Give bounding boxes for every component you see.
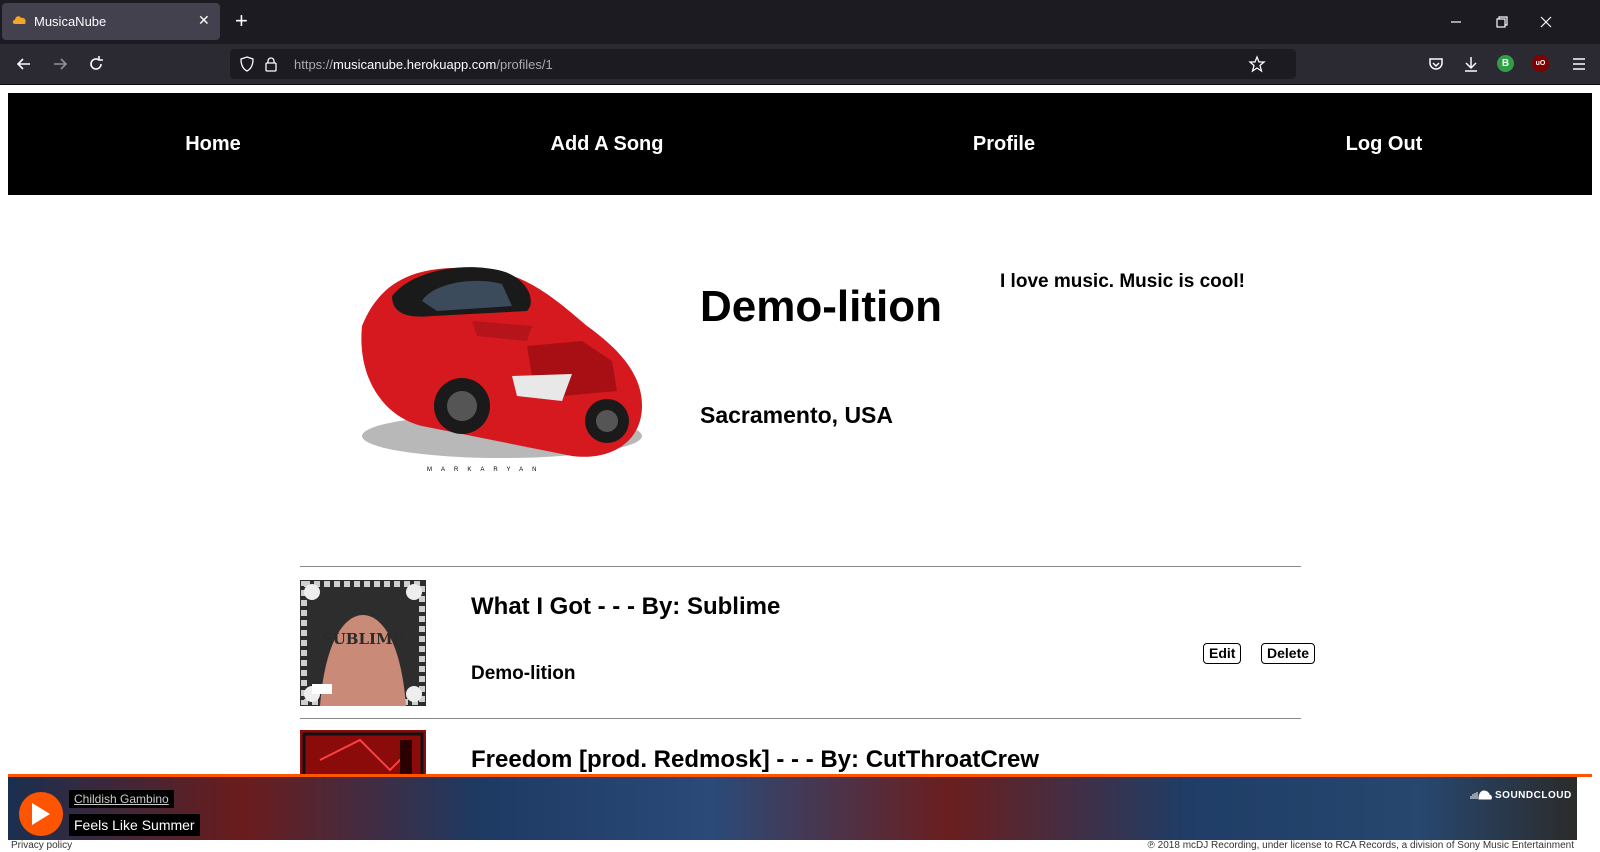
play-icon — [32, 803, 50, 825]
album-cover: SUBLIME — [300, 580, 426, 706]
play-button[interactable] — [19, 792, 63, 836]
ublock-icon[interactable]: uO — [1532, 55, 1549, 72]
soundcloud-logo[interactable]: SOUNDCLOUD — [1470, 790, 1572, 801]
song-title: Freedom [prod. Redmosk] - - - By: CutThr… — [471, 746, 1040, 773]
album-cover — [300, 730, 426, 774]
nav-logout-link[interactable]: Log Out — [1346, 133, 1423, 156]
nav-home-link[interactable]: Home — [185, 133, 241, 156]
tab-title: MusicaNube — [34, 14, 107, 29]
player-artwork-background — [8, 777, 1577, 840]
svg-text:SUBLIME: SUBLIME — [322, 630, 404, 648]
back-icon[interactable] — [14, 54, 34, 74]
song-item: SUBLIME What I Got - - - By: Sublime Dem… — [300, 566, 1316, 706]
cloud-icon — [12, 16, 26, 24]
restore-icon[interactable] — [1489, 10, 1513, 34]
forward-icon[interactable] — [50, 54, 70, 74]
player-footer: Privacy policy ℗ 2018 mcDJ Recording, un… — [8, 840, 1592, 852]
copyright-text: ℗ 2018 mcDJ Recording, under license to … — [1147, 840, 1574, 851]
profile-bio: I love music. Music is cool! — [1000, 271, 1245, 292]
pocket-icon[interactable] — [1426, 54, 1446, 74]
soundcloud-player: Childish Gambino Feels Like Summer SOUND… — [8, 774, 1592, 840]
song-item: Freedom [prod. Redmosk] - - - By: CutThr… — [300, 718, 1301, 774]
player-artist-link[interactable]: Childish Gambino — [69, 790, 174, 808]
shield-icon[interactable] — [239, 56, 255, 72]
lock-icon[interactable] — [263, 56, 279, 72]
svg-text:MARKARYAN: MARKARYAN — [427, 467, 545, 473]
profile-location: Sacramento, USA — [700, 402, 894, 428]
url-text: https://musicanube.herokuapp.com/profile… — [294, 57, 553, 72]
download-icon[interactable] — [1461, 54, 1481, 74]
song-user: Demo-lition — [471, 663, 576, 684]
soundcloud-icon — [1470, 790, 1492, 800]
profile-name: Demo-lition — [700, 282, 942, 331]
bookmark-star-icon[interactable] — [1248, 55, 1266, 73]
player-track-title[interactable]: Feels Like Summer — [69, 814, 200, 836]
profile-avatar: MARKARYAN — [361, 267, 642, 473]
site-nav: Home Add A Song Profile Log Out — [8, 93, 1592, 195]
extension-b-icon[interactable]: B — [1497, 55, 1514, 72]
browser-tab-bar: MusicaNube ✕ + — [0, 0, 1600, 44]
reload-icon[interactable] — [86, 54, 106, 74]
new-tab-icon[interactable]: + — [235, 8, 248, 34]
browser-toolbar: https://musicanube.herokuapp.com/profile… — [0, 44, 1600, 85]
delete-song-button[interactable]: Delete — [1261, 643, 1316, 664]
song-title: What I Got - - - By: Sublime — [471, 593, 781, 620]
nav-profile-link[interactable]: Profile — [973, 133, 1035, 156]
address-bar[interactable]: https://musicanube.herokuapp.com/profile… — [230, 49, 1296, 79]
privacy-policy-link[interactable]: Privacy policy — [11, 840, 72, 851]
edit-song-button[interactable]: Edit — [1203, 643, 1242, 664]
close-tab-icon[interactable]: ✕ — [198, 12, 210, 29]
browser-tab[interactable]: MusicaNube ✕ — [2, 3, 220, 40]
menu-icon[interactable] — [1569, 54, 1589, 74]
nav-add-song-link[interactable]: Add A Song — [551, 133, 664, 156]
close-window-icon[interactable] — [1534, 10, 1558, 34]
minimize-icon[interactable] — [1444, 10, 1468, 34]
